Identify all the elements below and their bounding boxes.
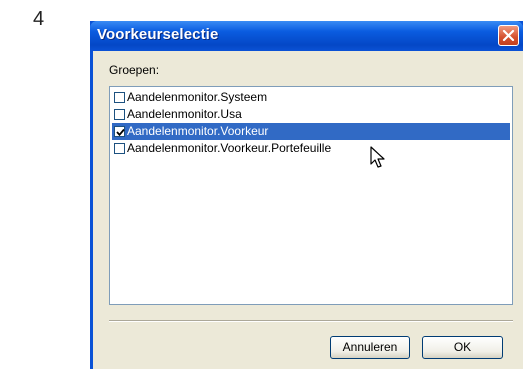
separator	[109, 320, 513, 322]
mouse-cursor-icon	[370, 146, 385, 168]
checkmark-icon	[116, 128, 125, 137]
checkbox[interactable]	[114, 109, 125, 120]
ok-button[interactable]: OK	[422, 336, 503, 359]
dialog-body: Groepen: Aandelenmonitor.Systeem Aandele…	[93, 51, 523, 369]
dialog-window: Voorkeurselectie Groepen: Aandelenmonito…	[90, 21, 523, 369]
checkbox[interactable]	[114, 92, 125, 103]
list-item-selected[interactable]: Aandelenmonitor.Voorkeur	[112, 123, 510, 140]
list-item-label: Aandelenmonitor.Usa	[127, 107, 242, 121]
list-item-label: Aandelenmonitor.Voorkeur	[127, 124, 269, 138]
list-item[interactable]: Aandelenmonitor.Usa	[112, 106, 510, 123]
list-item[interactable]: Aandelenmonitor.Voorkeur.Portefeuille	[112, 140, 510, 157]
title-bar[interactable]: Voorkeurselectie	[90, 21, 523, 51]
groups-listbox[interactable]: Aandelenmonitor.Systeem Aandelenmonitor.…	[109, 86, 513, 305]
close-icon	[502, 29, 515, 42]
list-item[interactable]: Aandelenmonitor.Systeem	[112, 89, 510, 106]
step-number: 4	[33, 8, 45, 30]
cancel-button[interactable]: Annuleren	[330, 336, 410, 359]
groups-label: Groepen:	[109, 63, 160, 77]
checkbox-checked[interactable]	[114, 126, 125, 137]
checkbox[interactable]	[114, 143, 125, 154]
close-button[interactable]	[498, 25, 519, 46]
list-item-label: Aandelenmonitor.Voorkeur.Portefeuille	[127, 141, 332, 155]
dialog-title: Voorkeurselectie	[97, 26, 219, 43]
list-item-label: Aandelenmonitor.Systeem	[127, 90, 268, 104]
